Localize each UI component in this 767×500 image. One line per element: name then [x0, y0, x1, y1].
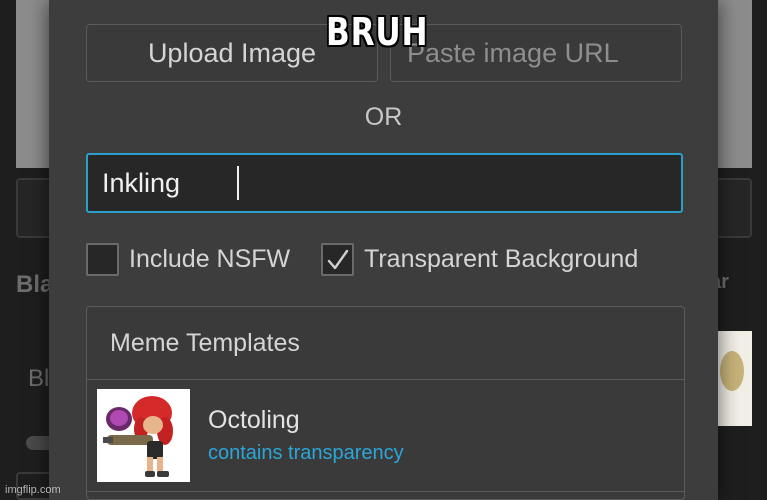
include-nsfw-option[interactable]: Include NSFW [86, 243, 290, 276]
paste-url-field[interactable]: Paste image URL [390, 24, 682, 82]
octoling-thumbnail [97, 389, 190, 482]
transparent-background-option[interactable]: Transparent Background [321, 243, 638, 276]
meme-caption-text: BRUH [326, 10, 429, 54]
background-thumbnail [712, 331, 752, 426]
include-nsfw-checkbox[interactable] [86, 243, 119, 276]
meme-templates-panel: Meme Templates Octoling contains transpa… [86, 306, 685, 500]
checkmark-icon [327, 249, 348, 269]
background-label: Bla [16, 271, 54, 298]
include-nsfw-label: Include NSFW [129, 245, 291, 273]
transparent-background-checkbox[interactable] [321, 243, 354, 276]
image-picker-modal: Upload Image Paste image URL OR Include … [49, 0, 718, 500]
or-divider: OR [364, 103, 403, 131]
background-label: Bl [28, 365, 50, 392]
template-list-item[interactable]: Octoling contains transparency [87, 380, 684, 492]
transparent-background-label: Transparent Background [364, 245, 639, 273]
text-cursor [237, 166, 239, 200]
octoling-character-icon [97, 389, 190, 482]
template-search-input[interactable] [86, 153, 683, 213]
imgflip-watermark: imgflip.com [5, 484, 61, 496]
template-transparency-note: contains transparency [208, 442, 404, 464]
template-name: Octoling [208, 406, 300, 434]
meme-templates-header: Meme Templates [87, 307, 684, 380]
